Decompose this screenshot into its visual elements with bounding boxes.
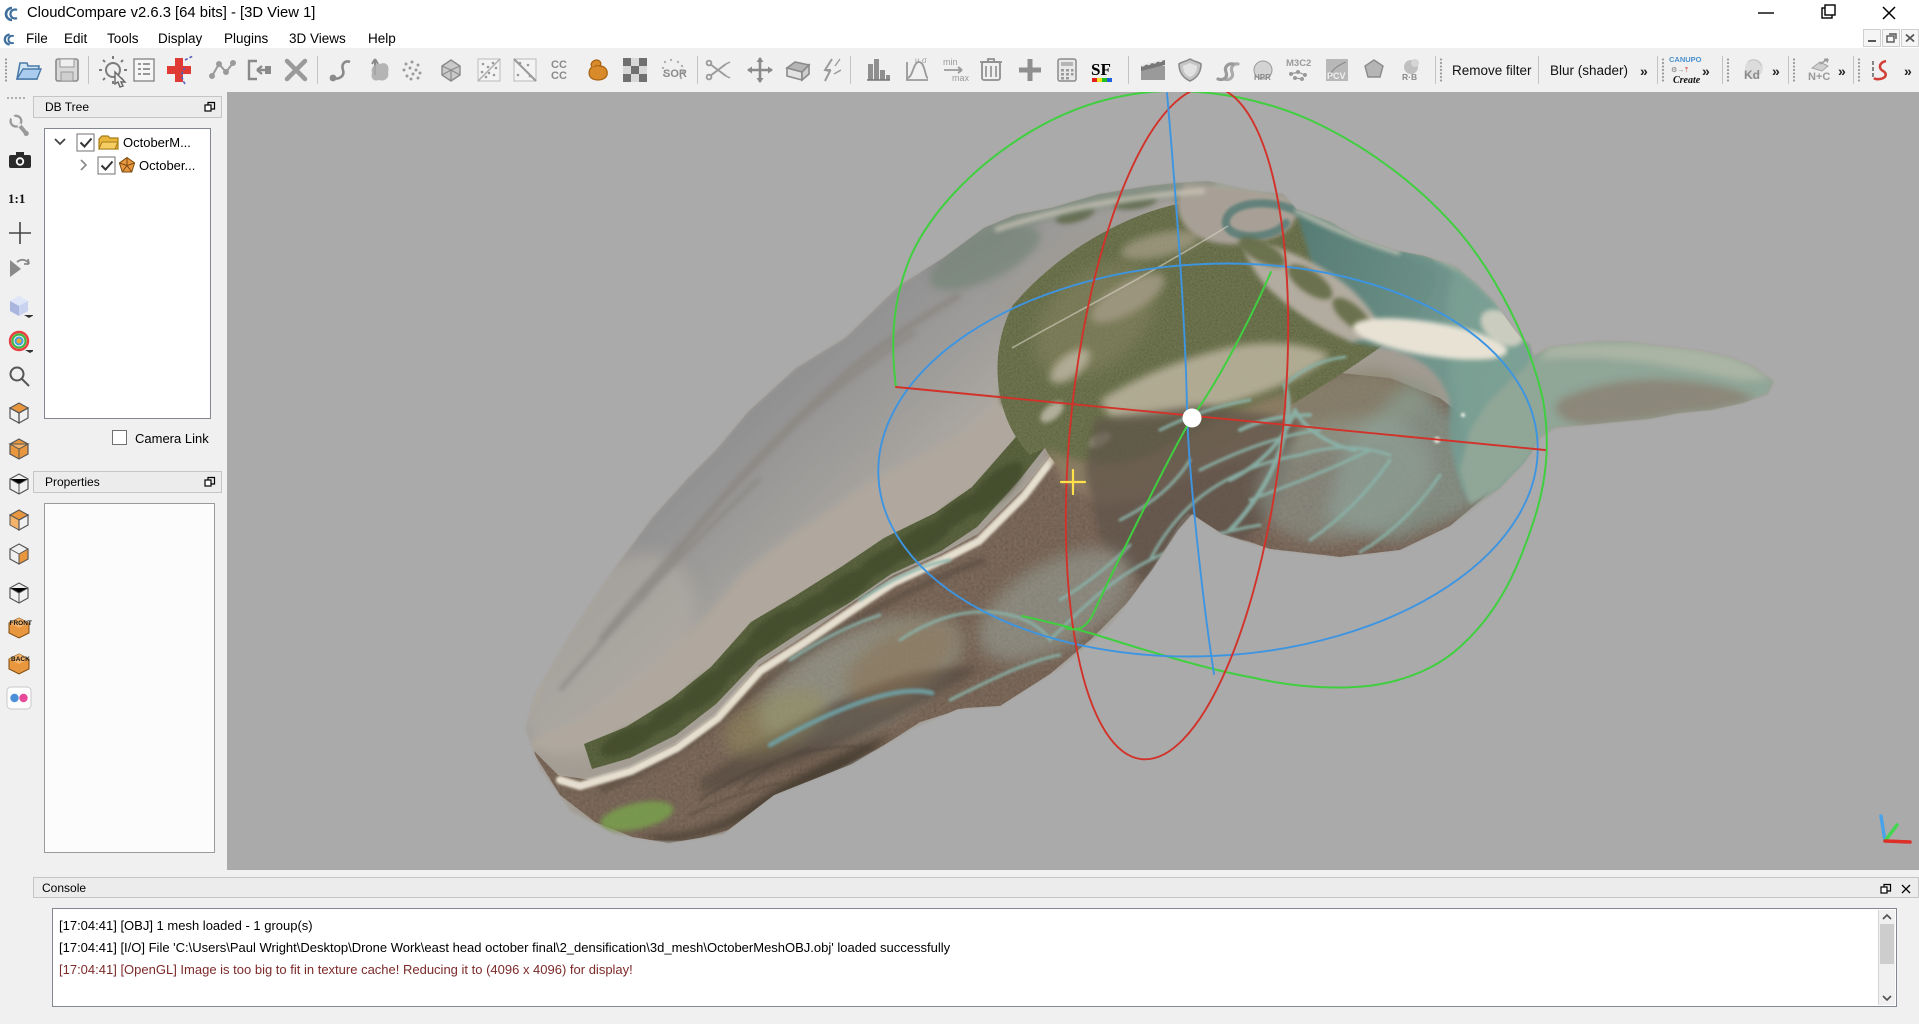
svg-text:»: » bbox=[1838, 63, 1846, 79]
svg-text:Kd: Kd bbox=[1744, 68, 1760, 82]
svg-text:FRONT: FRONT bbox=[10, 620, 32, 627]
svg-text:»: » bbox=[1640, 63, 1648, 79]
svg-text:SF: SF bbox=[1091, 60, 1111, 79]
svg-text:CC: CC bbox=[551, 70, 567, 82]
svg-text:BACK: BACK bbox=[11, 656, 30, 663]
svg-text:Create: Create bbox=[1673, 75, 1701, 86]
svg-text:μ,σ: μ,σ bbox=[915, 56, 927, 65]
svg-text:SOR: SOR bbox=[663, 68, 687, 80]
svg-text:OctoberM...: OctoberM... bbox=[123, 135, 191, 150]
svg-text:PCV: PCV bbox=[1327, 71, 1346, 81]
svg-text:M3C2: M3C2 bbox=[1286, 58, 1311, 69]
svg-text:»: » bbox=[1904, 63, 1912, 79]
svg-text:1:1: 1:1 bbox=[8, 191, 25, 206]
svg-text:R·B: R·B bbox=[1402, 72, 1417, 82]
svg-text:»: » bbox=[1772, 63, 1780, 79]
svg-text:Blur (shader): Blur (shader) bbox=[1550, 63, 1628, 78]
svg-text:min: min bbox=[943, 57, 958, 67]
svg-text:HPR: HPR bbox=[1254, 73, 1271, 82]
svg-text:CANUPO: CANUPO bbox=[1669, 55, 1702, 64]
svg-text:Remove filter: Remove filter bbox=[1452, 63, 1532, 78]
svg-text:max: max bbox=[952, 73, 970, 83]
svg-text:October...: October... bbox=[139, 158, 195, 173]
svg-text:⤒: ⤒ bbox=[1685, 67, 1688, 74]
svg-text:⚙→: ⚙→ bbox=[1671, 66, 1684, 74]
svg-text:»: » bbox=[1702, 63, 1710, 79]
svg-text:N+C: N+C bbox=[1808, 71, 1830, 83]
